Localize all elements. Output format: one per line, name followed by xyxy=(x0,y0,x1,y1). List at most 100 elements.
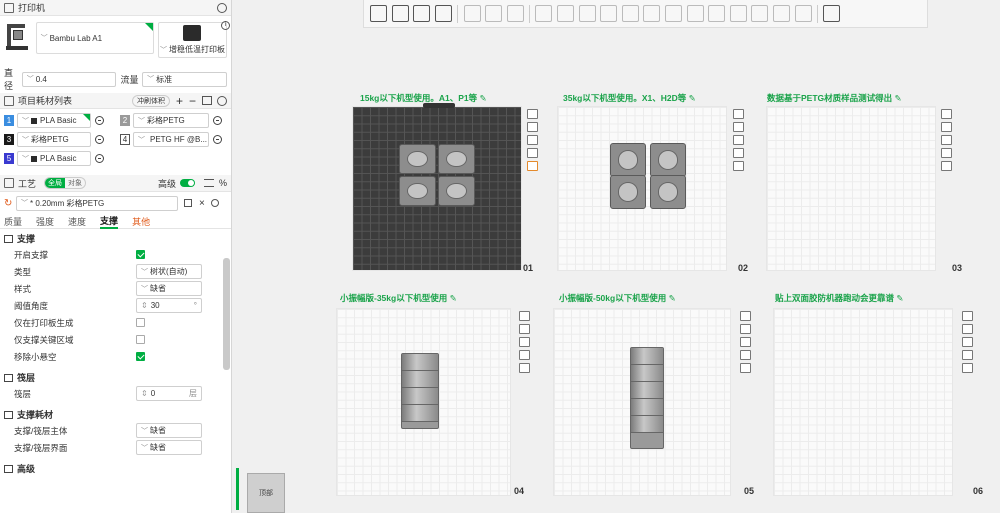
enable-support-checkbox[interactable] xyxy=(136,250,145,259)
tab-others[interactable]: 其他 xyxy=(132,215,150,228)
filament-slot-4[interactable]: 4 ﹀ PETG HF @B... xyxy=(120,132,231,147)
plate-settings-icon[interactable] xyxy=(962,363,973,373)
plate-settings-icon[interactable] xyxy=(941,161,952,171)
measure-icon[interactable] xyxy=(751,5,769,22)
remove-filament-icon[interactable] xyxy=(95,154,104,163)
flush-volume-button[interactable]: 冲刷体积 xyxy=(131,94,170,107)
remove-filament-icon[interactable] xyxy=(95,135,104,144)
model-object[interactable] xyxy=(630,347,664,449)
raft-layers-input[interactable]: ⇕ 0 层 xyxy=(136,386,202,401)
paste-icon[interactable] xyxy=(485,5,503,22)
brim-ears-icon[interactable] xyxy=(794,5,812,22)
tab-quality[interactable]: 质量 xyxy=(4,215,22,228)
flow-select[interactable]: ﹀ 标准 xyxy=(142,71,227,87)
remove-small-overhangs-checkbox[interactable] xyxy=(136,352,145,361)
close-plate-icon[interactable] xyxy=(962,311,973,321)
tab-speed[interactable]: 速度 xyxy=(68,215,86,228)
critical-regions-only-checkbox[interactable] xyxy=(136,335,145,344)
rotate-icon[interactable] xyxy=(557,5,575,22)
model-object[interactable] xyxy=(438,144,475,174)
add-filament-icon[interactable]: + xyxy=(176,94,183,108)
plate-name-label[interactable]: 小振幅版-35kg以下机型使用 ✎ xyxy=(340,292,457,304)
remove-filament-icon[interactable]: − xyxy=(189,94,196,108)
plate-settings-icon[interactable] xyxy=(519,363,530,373)
threshold-angle-input[interactable]: ⇕ 30 ° xyxy=(136,298,202,313)
lay-on-face-icon[interactable] xyxy=(600,5,618,22)
build-plate[interactable] xyxy=(557,106,727,271)
arrange-plate-icon[interactable] xyxy=(941,135,952,145)
text-icon[interactable] xyxy=(708,5,726,22)
plate-settings-icon[interactable] xyxy=(740,363,751,373)
model-object[interactable] xyxy=(650,175,686,209)
remove-filament-icon[interactable] xyxy=(95,116,104,125)
filament-select[interactable]: ﹀ PETG HF @B... xyxy=(133,132,209,147)
global-object-switch[interactable]: 全局 对象 xyxy=(44,177,87,189)
close-plate-icon[interactable] xyxy=(519,311,530,321)
arrange-plate-icon[interactable] xyxy=(527,135,538,145)
support-type-select[interactable]: ﹀ 树状(自动) xyxy=(136,264,202,279)
plate-settings-icon[interactable] xyxy=(527,161,538,171)
filament-select[interactable]: ﹀ PLA Basic xyxy=(17,113,91,128)
remove-filament-icon[interactable] xyxy=(213,116,222,125)
remove-filament-icon[interactable] xyxy=(213,135,222,144)
model-object[interactable] xyxy=(401,353,439,429)
mesh-boolean-icon[interactable] xyxy=(643,5,661,22)
plate-name-label[interactable]: 数据基于PETG材质样品测试得出 ✎ xyxy=(767,92,902,104)
filament-slot-3[interactable]: 3 ﹀ 彩格PETG xyxy=(4,132,120,147)
global-toggle[interactable]: 全局 xyxy=(45,178,66,188)
object-toggle[interactable]: 对象 xyxy=(65,178,85,188)
filament-slot-1[interactable]: 1 ﹀ PLA Basic xyxy=(4,113,120,128)
layers-icon[interactable] xyxy=(506,5,524,22)
lock-icon[interactable] xyxy=(519,350,530,360)
arrange-plate-icon[interactable] xyxy=(519,337,530,347)
plate-settings-icon[interactable] xyxy=(733,161,744,171)
list-view-icon[interactable] xyxy=(203,179,214,187)
model-object[interactable] xyxy=(650,143,686,177)
orient-plate-icon[interactable] xyxy=(962,324,973,334)
orient-plate-icon[interactable] xyxy=(740,324,751,334)
advanced-toggle[interactable] xyxy=(179,179,195,187)
support-style-select[interactable]: ﹀ 缺省 xyxy=(136,281,202,296)
printer-select[interactable]: ﹀ Bambu Lab A1 xyxy=(35,22,154,54)
arrange-plate-icon[interactable] xyxy=(962,337,973,347)
add-object-icon[interactable] xyxy=(370,5,388,22)
seam-paint-icon[interactable] xyxy=(686,5,704,22)
support-interface-filament-select[interactable]: ﹀ 缺省 xyxy=(136,440,202,455)
plate-type-select[interactable]: ﹀ 增稳低温打印板 i xyxy=(157,21,230,58)
plate-name-label[interactable]: 35kg以下机型使用。X1、H2D等 ✎ xyxy=(563,92,696,104)
filament-select[interactable]: ﹀ 彩格PETG xyxy=(133,113,209,128)
spin-arrows-icon[interactable]: ⇕ xyxy=(141,301,148,310)
arrange-icon[interactable] xyxy=(435,5,453,22)
tab-strength[interactable]: 强度 xyxy=(36,215,54,228)
sync-filament-icon[interactable] xyxy=(202,96,212,105)
build-plate[interactable] xyxy=(336,308,511,496)
lock-icon[interactable] xyxy=(733,148,744,158)
process-preset-select[interactable]: ﹀ * 0.20mm 彩格PETG xyxy=(16,195,178,211)
close-icon[interactable]: × xyxy=(199,198,205,209)
color-paint-icon[interactable] xyxy=(729,5,747,22)
filament-select[interactable]: ﹀ 彩格PETG xyxy=(17,132,91,147)
info-icon[interactable]: i xyxy=(221,21,230,30)
tab-support[interactable]: 支撑 xyxy=(100,214,119,229)
assembly-icon[interactable] xyxy=(772,5,790,22)
close-plate-icon[interactable] xyxy=(527,109,538,119)
build-plate[interactable] xyxy=(553,308,731,496)
scale-icon[interactable] xyxy=(578,5,596,22)
view-cube[interactable]: 顶部 xyxy=(247,473,285,513)
orient-plate-icon[interactable] xyxy=(941,122,952,132)
model-object[interactable] xyxy=(399,144,436,174)
arrange-plate-icon[interactable] xyxy=(733,135,744,145)
reset-icon[interactable]: ↻ xyxy=(4,198,16,209)
orient-plate-icon[interactable] xyxy=(527,122,538,132)
plate-name-label[interactable]: 贴上双面胶防机器跑动会更靠谱 ✎ xyxy=(775,292,904,304)
search-icon[interactable] xyxy=(210,199,219,207)
filament-select[interactable]: ﹀ PLA Basic xyxy=(17,151,91,166)
auto-orient-icon[interactable] xyxy=(413,5,431,22)
lock-icon[interactable] xyxy=(527,148,538,158)
lock-icon[interactable] xyxy=(941,148,952,158)
add-plate-icon[interactable] xyxy=(391,5,409,22)
model-object[interactable] xyxy=(399,176,436,206)
view-icon[interactable] xyxy=(823,5,841,22)
build-plate[interactable] xyxy=(766,106,936,271)
sidebar-scrollbar[interactable] xyxy=(223,258,230,370)
